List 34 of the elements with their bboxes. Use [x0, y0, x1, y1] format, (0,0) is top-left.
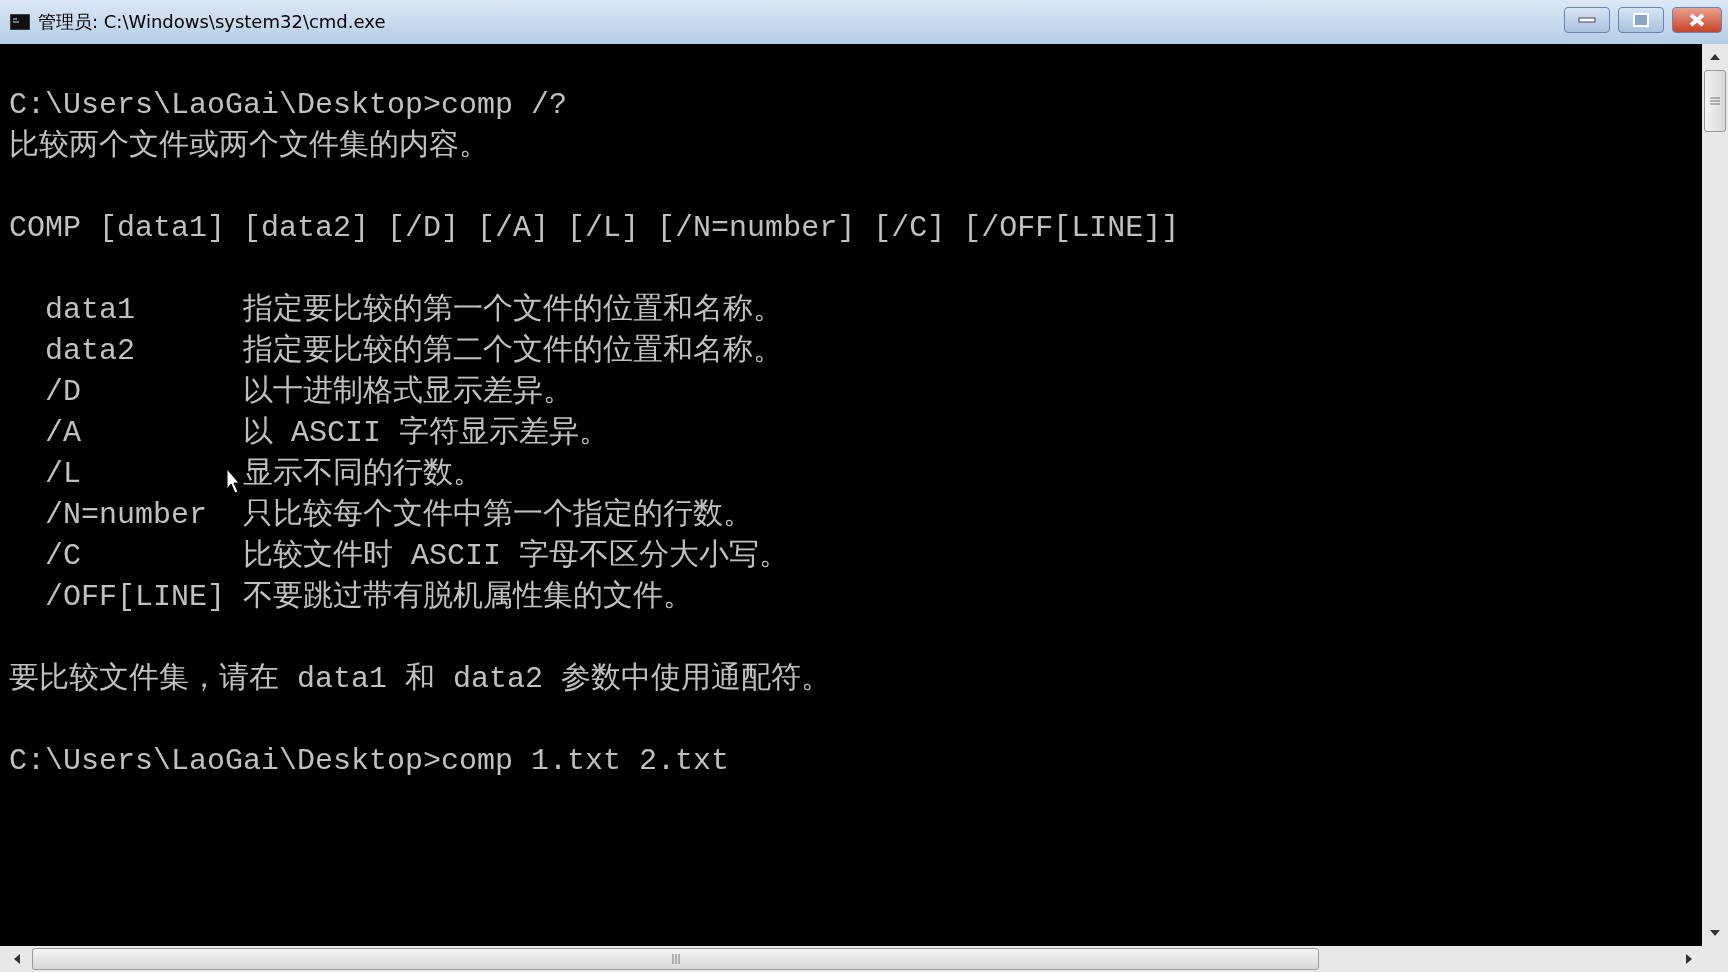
maximize-icon [1633, 13, 1649, 27]
option-description: 指定要比较的第二个文件的位置和名称。 [243, 332, 783, 370]
option-flag-text: /L [45, 457, 81, 491]
minimize-button[interactable] [1564, 7, 1610, 33]
close-button[interactable] [1672, 7, 1722, 33]
close-icon [1688, 13, 1706, 27]
console-line: C:\Users\LaoGai\Desktop>comp /? [9, 88, 568, 122]
option-flag-text: data1 [45, 293, 135, 327]
option-flag-text: /C [45, 539, 81, 573]
scroll-up-icon[interactable] [1709, 52, 1721, 62]
console-line: 要比较文件集，请在 data1 和 data2 参数中使用通配符。 [9, 662, 832, 696]
option-flag-text: /A [45, 416, 81, 450]
console-line: 比较两个文件或两个文件集的内容。 [9, 129, 489, 163]
option-flag-text: data2 [45, 334, 135, 368]
option-description: 比较文件时 ASCII 字母不区分大小写。 [243, 537, 790, 575]
window-title: 管理员: C:\Windows\system32\cmd.exe [38, 10, 387, 34]
option-description: 只比较每个文件中第一个指定的行数。 [243, 496, 753, 534]
option-description: 指定要比较的第一个文件的位置和名称。 [243, 291, 783, 329]
console-line: COMP [data1] [data2] [/D] [/A] [/L] [/N=number] [/C] [/OFF[LINE]] [9, 211, 1180, 245]
option-description: 以 ASCII 字符显示差异。 [243, 414, 610, 452]
option-flag-text: /D [45, 375, 81, 409]
option-flag-text: /N=number [45, 498, 208, 532]
mouse-cursor-icon [226, 468, 240, 494]
minimize-icon [1578, 17, 1596, 23]
scroll-down-icon[interactable] [1709, 928, 1721, 938]
maximize-button[interactable] [1618, 7, 1664, 33]
option-flag-text: /OFF[LINE] [45, 580, 226, 614]
option-description: 以十进制格式显示差异。 [243, 374, 573, 411]
option-description: 显示不同的行数。 [243, 456, 483, 493]
scroll-right-icon[interactable] [1684, 953, 1694, 965]
console-icon [10, 14, 30, 30]
console-line: C:\Users\LaoGai\Desktop>comp 1.txt 2.txt [9, 744, 730, 778]
option-description: 不要跳过带有脱机属性集的文件。 [243, 579, 693, 616]
scroll-left-icon[interactable] [12, 953, 22, 965]
